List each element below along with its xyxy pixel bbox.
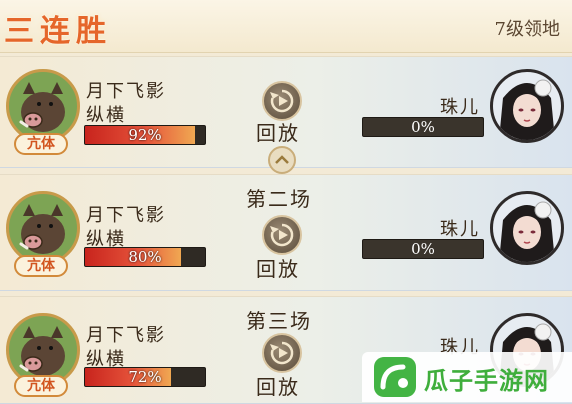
opponent-hp-percent: 0% [411, 240, 435, 258]
player-name-line2: 纵横 [86, 105, 126, 126]
boar-avatar-icon [19, 326, 65, 376]
replay-icon [270, 341, 294, 365]
player-avatar[interactable] [6, 191, 80, 265]
round-label: 第二场 [246, 187, 312, 211]
player-rank-badge: 亢体 [14, 375, 68, 397]
replay-label[interactable]: 回放 [256, 371, 300, 400]
player-avatar[interactable] [6, 69, 80, 143]
battle-round: 第二场 亢体 月下飞影 纵横 80% 回放 珠儿 0% [0, 174, 572, 291]
player-hp-percent: 80% [128, 248, 162, 266]
girl-avatar-icon [499, 201, 555, 262]
watermark-text: 瓜子手游网 [424, 367, 549, 395]
territory-level: 7级领地 [494, 19, 560, 40]
replay-label[interactable]: 回放 [256, 253, 300, 282]
player-rank-badge: 亢体 [14, 133, 68, 155]
chevron-up-icon [275, 155, 289, 164]
player-hp-bar: 72% [84, 367, 206, 387]
opponent-name: 珠儿 [440, 97, 480, 118]
replay-button[interactable] [262, 81, 302, 121]
replay-icon [270, 223, 294, 247]
opponent-hp-bar: 0% [362, 117, 484, 137]
player-hp-percent: 72% [128, 368, 162, 386]
player-name: 月下飞影 [86, 325, 166, 346]
player-name: 月下飞影 [86, 81, 166, 102]
boar-avatar-icon [19, 82, 65, 132]
win-streak-title: 三连胜 [4, 14, 112, 49]
collapse-button[interactable] [268, 146, 296, 174]
boar-avatar-icon [19, 204, 65, 254]
girl-avatar-icon [499, 79, 555, 140]
player-hp-bar: 80% [84, 247, 206, 267]
player-rank-badge: 亢体 [14, 255, 68, 277]
replay-button[interactable] [262, 215, 302, 255]
header: 三连胜 7级领地 [0, 0, 572, 53]
opponent-avatar[interactable] [490, 69, 564, 143]
opponent-hp-percent: 0% [411, 118, 435, 136]
replay-button[interactable] [262, 333, 302, 373]
watermark: 瓜子手游网 [362, 352, 572, 402]
opponent-name: 珠儿 [440, 219, 480, 240]
opponent-avatar[interactable] [490, 191, 564, 265]
replay-label[interactable]: 回放 [256, 117, 300, 146]
opponent-hp-bar: 0% [362, 239, 484, 259]
replay-icon [270, 89, 294, 113]
player-name: 月下飞影 [86, 205, 166, 226]
round-label: 第三场 [246, 309, 312, 333]
player-hp-percent: 92% [128, 126, 162, 144]
player-hp-bar: 92% [84, 125, 206, 145]
gua-zi-logo-icon [374, 357, 416, 397]
